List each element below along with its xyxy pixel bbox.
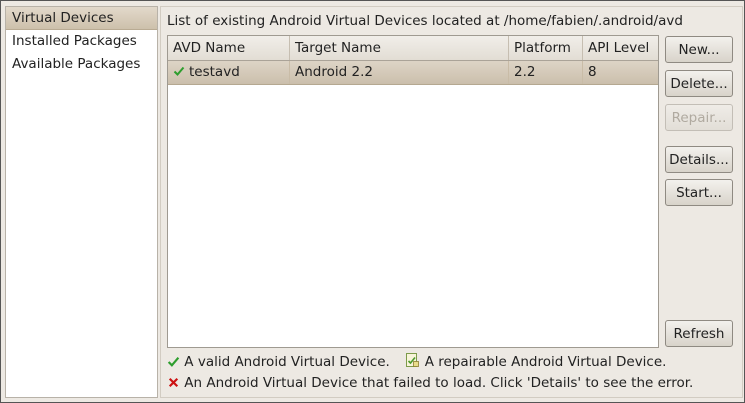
table-header: AVD Name Target Name Platform API Level: [168, 36, 658, 61]
cell-platform: 2.2: [509, 61, 583, 84]
sidebar-item-installed-packages[interactable]: Installed Packages: [6, 30, 157, 53]
avd-table[interactable]: AVD Name Target Name Platform API Level …: [167, 35, 659, 348]
cell-api-level: 8: [588, 64, 597, 80]
check-icon: [167, 357, 180, 367]
legend-failed-text: An Android Virtual Device that failed to…: [184, 375, 694, 391]
check-icon: [173, 66, 185, 76]
legend-line-2: An Android Virtual Device that failed to…: [167, 375, 693, 391]
sidebar-item-available-packages[interactable]: Available Packages: [6, 53, 157, 76]
legend-repairable-text: A repairable Android Virtual Device.: [424, 354, 667, 370]
details-button[interactable]: Details...: [665, 146, 733, 173]
new-button[interactable]: New...: [665, 36, 733, 63]
column-header-target-name[interactable]: Target Name: [290, 36, 509, 60]
panel-title: List of existing Android Virtual Devices…: [167, 13, 683, 29]
table-row[interactable]: testavd Android 2.2 2.2 8: [168, 61, 658, 85]
sidebar-item-label: Virtual Devices: [12, 10, 114, 26]
cell-target-name: Android 2.2: [290, 61, 509, 84]
virtual-devices-panel: List of existing Android Virtual Devices…: [160, 6, 743, 398]
refresh-button[interactable]: Refresh: [665, 320, 733, 347]
error-x-icon: [168, 377, 179, 388]
legend-line-1: A valid Android Virtual Device. A repair…: [167, 352, 666, 370]
sidebar-item-label: Installed Packages: [12, 33, 137, 49]
delete-button[interactable]: Delete...: [665, 70, 733, 97]
column-header-platform[interactable]: Platform: [509, 36, 583, 60]
repair-button[interactable]: Repair...: [665, 104, 733, 131]
cell-avd-name: testavd: [168, 61, 290, 84]
start-button[interactable]: Start...: [665, 179, 733, 206]
sidebar-item-virtual-devices[interactable]: Virtual Devices: [6, 7, 157, 30]
avd-manager-window: Virtual Devices Installed Packages Avail…: [0, 0, 745, 403]
avd-name-text: testavd: [189, 64, 240, 80]
sidebar-item-label: Available Packages: [12, 56, 141, 72]
repairable-device-icon: [406, 353, 420, 367]
sidebar-nav: Virtual Devices Installed Packages Avail…: [5, 6, 158, 398]
column-header-api-level[interactable]: API Level: [583, 36, 658, 60]
column-header-avd-name[interactable]: AVD Name: [168, 36, 290, 60]
legend-valid-text: A valid Android Virtual Device.: [184, 354, 390, 370]
